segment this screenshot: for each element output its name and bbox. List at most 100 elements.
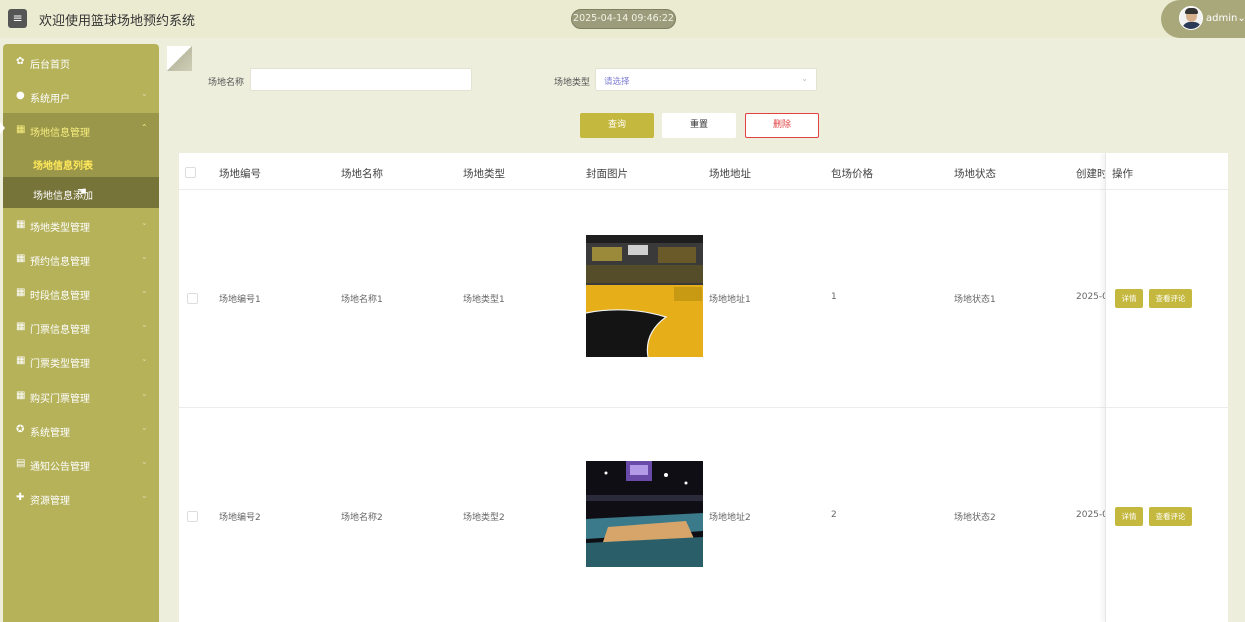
grid-icon: ▦ — [16, 253, 26, 264]
row-checkbox[interactable] — [187, 511, 198, 522]
chevron-down-icon: ⌄ — [141, 252, 148, 261]
chevron-up-icon: ⌃ — [141, 123, 148, 132]
venue-name-input[interactable] — [250, 68, 472, 91]
sidebar-item-label: 通知公告管理 — [30, 462, 90, 473]
divider — [179, 189, 1228, 190]
chevron-down-icon: ⌄ — [141, 218, 148, 227]
cover-image — [586, 235, 703, 357]
column-header: 创建时 — [1076, 168, 1108, 180]
sidebar-item-venue-info[interactable]: ▦ 场地信息管理 ⌃ — [3, 113, 159, 147]
detail-button[interactable]: 详情 — [1115, 507, 1143, 526]
created-time-cell: 2025-0 — [1076, 510, 1108, 520]
user-name: admin — [1206, 13, 1238, 24]
venue-status-cell: 场地状态1 — [954, 295, 996, 305]
sidebar-item-system-users[interactable]: ● 系统用户 ⌄ — [3, 79, 159, 113]
sidebar-item-resource[interactable]: ✚ 资源管理 ⌄ — [3, 481, 159, 515]
column-header: 操作 — [1112, 168, 1133, 180]
detail-button[interactable]: 详情 — [1115, 289, 1143, 308]
sidebar-item-ticket-type[interactable]: ▦ 门票类型管理 ⌄ — [3, 344, 159, 378]
chevron-down-icon: ⌄ — [141, 320, 148, 329]
user-icon: ● — [16, 90, 25, 101]
view-reviews-button[interactable]: 查看评论 — [1149, 289, 1192, 308]
chevron-down-icon: ⌄ — [141, 457, 148, 466]
grid-icon: ▦ — [16, 124, 26, 135]
created-time-cell: 2025-0 — [1076, 292, 1108, 302]
plus-circle-icon: ✚ — [16, 492, 25, 503]
chevron-down-icon: ⌄ — [141, 354, 148, 363]
sidebar: ✿ 后台首页 ● 系统用户 ⌄ ▦ 场地信息管理 ⌃ 场地信息列表 场地信息添加… — [0, 44, 159, 622]
column-header: 场地状态 — [954, 168, 996, 180]
chevron-down-icon: ⌄ — [141, 491, 148, 500]
sidebar-item-home[interactable]: ✿ 后台首页 — [3, 45, 159, 79]
sidebar-item-label: 系统用户 — [30, 94, 70, 105]
sidebar-item-label: 场地类型管理 — [30, 223, 90, 234]
column-header: 场地名称 — [341, 168, 383, 180]
divider — [179, 407, 1228, 408]
view-reviews-button[interactable]: 查看评论 — [1149, 507, 1192, 526]
cover-image — [586, 461, 703, 567]
query-button[interactable]: 查询 — [580, 113, 654, 138]
reset-button[interactable]: 重置 — [662, 113, 736, 138]
grid-icon: ▦ — [16, 355, 26, 366]
sidebar-item-ticket[interactable]: ▦ 门票信息管理 ⌄ — [3, 310, 159, 344]
sidebar-item-label: 后台首页 — [30, 60, 70, 71]
sidebar-subitem-venue-add[interactable]: 场地信息添加 ☚ — [3, 177, 159, 208]
sidebar-item-booking[interactable]: ▦ 预约信息管理 ⌄ — [3, 242, 159, 276]
cursor-icon: ☚ — [77, 185, 87, 198]
venue-type-label: 场地类型 — [554, 78, 591, 88]
venue-type-placeholder: 请选择 — [604, 77, 630, 87]
sidebar-item-label: 时段信息管理 — [30, 291, 90, 302]
chevron-down-icon: ⌄ — [141, 286, 148, 295]
sidebar-item-label: 系统管理 — [30, 428, 70, 439]
sidebar-item-timeslot[interactable]: ▦ 时段信息管理 ⌄ — [3, 276, 159, 310]
venue-type-cell: 场地类型1 — [463, 295, 505, 305]
sidebar-item-venue-type[interactable]: ▦ 场地类型管理 ⌄ — [3, 208, 159, 242]
chevron-down-icon: ⌄ — [1237, 13, 1245, 24]
venue-address-cell: 场地地址2 — [709, 513, 751, 523]
venue-status-cell: 场地状态2 — [954, 513, 996, 523]
sidebar-item-label: 场地信息列表 — [33, 161, 93, 172]
chevron-down-icon: ⌄ — [141, 389, 148, 398]
divider — [1106, 189, 1228, 190]
chevron-down-icon: ⌄ — [141, 89, 148, 98]
document-icon: ▤ — [16, 458, 26, 469]
divider — [1106, 407, 1228, 408]
home-icon: ✿ — [16, 56, 25, 67]
chevron-down-icon: ⌄ — [801, 74, 808, 83]
sidebar-item-label: 门票信息管理 — [30, 325, 90, 336]
menu-icon[interactable]: ≡ — [8, 9, 27, 28]
venue-type-cell: 场地类型2 — [463, 513, 505, 523]
column-header: 场地编号 — [219, 168, 261, 180]
sidebar-item-label: 门票类型管理 — [30, 359, 90, 370]
delete-button[interactable]: 删除 — [745, 113, 819, 138]
sidebar-item-label: 购买门票管理 — [30, 394, 90, 405]
venue-price-cell: 2 — [831, 510, 837, 520]
column-header: 封面图片 — [586, 168, 628, 180]
fold-corner-decoration — [167, 46, 192, 71]
chevron-down-icon: ⌄ — [141, 423, 148, 432]
avatar[interactable] — [1179, 6, 1203, 30]
venue-id-cell: 场地编号1 — [219, 295, 261, 305]
venue-type-select[interactable]: 请选择 ⌄ — [595, 68, 817, 91]
column-header: 包场价格 — [831, 168, 873, 180]
user-menu[interactable]: admin⌄ — [1161, 0, 1245, 38]
venue-price-cell: 1 — [831, 292, 837, 302]
column-header: 场地类型 — [463, 168, 505, 180]
sidebar-item-ticket-purchase[interactable]: ▦ 购买门票管理 ⌄ — [3, 379, 159, 413]
grid-icon: ▦ — [16, 321, 26, 332]
grid-icon: ▦ — [16, 287, 26, 298]
venue-table: 场地编号 场地名称 场地类型 封面图片 场地地址 包场价格 场地状态 创建时 场… — [179, 153, 1228, 622]
row-checkbox[interactable] — [187, 293, 198, 304]
grid-icon: ▦ — [16, 219, 26, 230]
venue-address-cell: 场地地址1 — [709, 295, 751, 305]
sidebar-item-system[interactable]: ✪ 系统管理 ⌄ — [3, 413, 159, 447]
sidebar-item-notice[interactable]: ▤ 通知公告管理 ⌄ — [3, 447, 159, 481]
active-indicator — [0, 122, 5, 134]
select-all-checkbox[interactable] — [185, 167, 196, 178]
venue-id-cell: 场地编号2 — [219, 513, 261, 523]
top-header: ≡ 欢迎使用篮球场地预约系统 2025-04-14 09:46:22 admin… — [0, 0, 1245, 38]
venue-name-cell: 场地名称2 — [341, 513, 383, 523]
sidebar-subitem-venue-list[interactable]: 场地信息列表 — [3, 147, 159, 178]
sidebar-item-label: 场地信息管理 — [30, 128, 90, 139]
sidebar-item-label: 预约信息管理 — [30, 257, 90, 268]
